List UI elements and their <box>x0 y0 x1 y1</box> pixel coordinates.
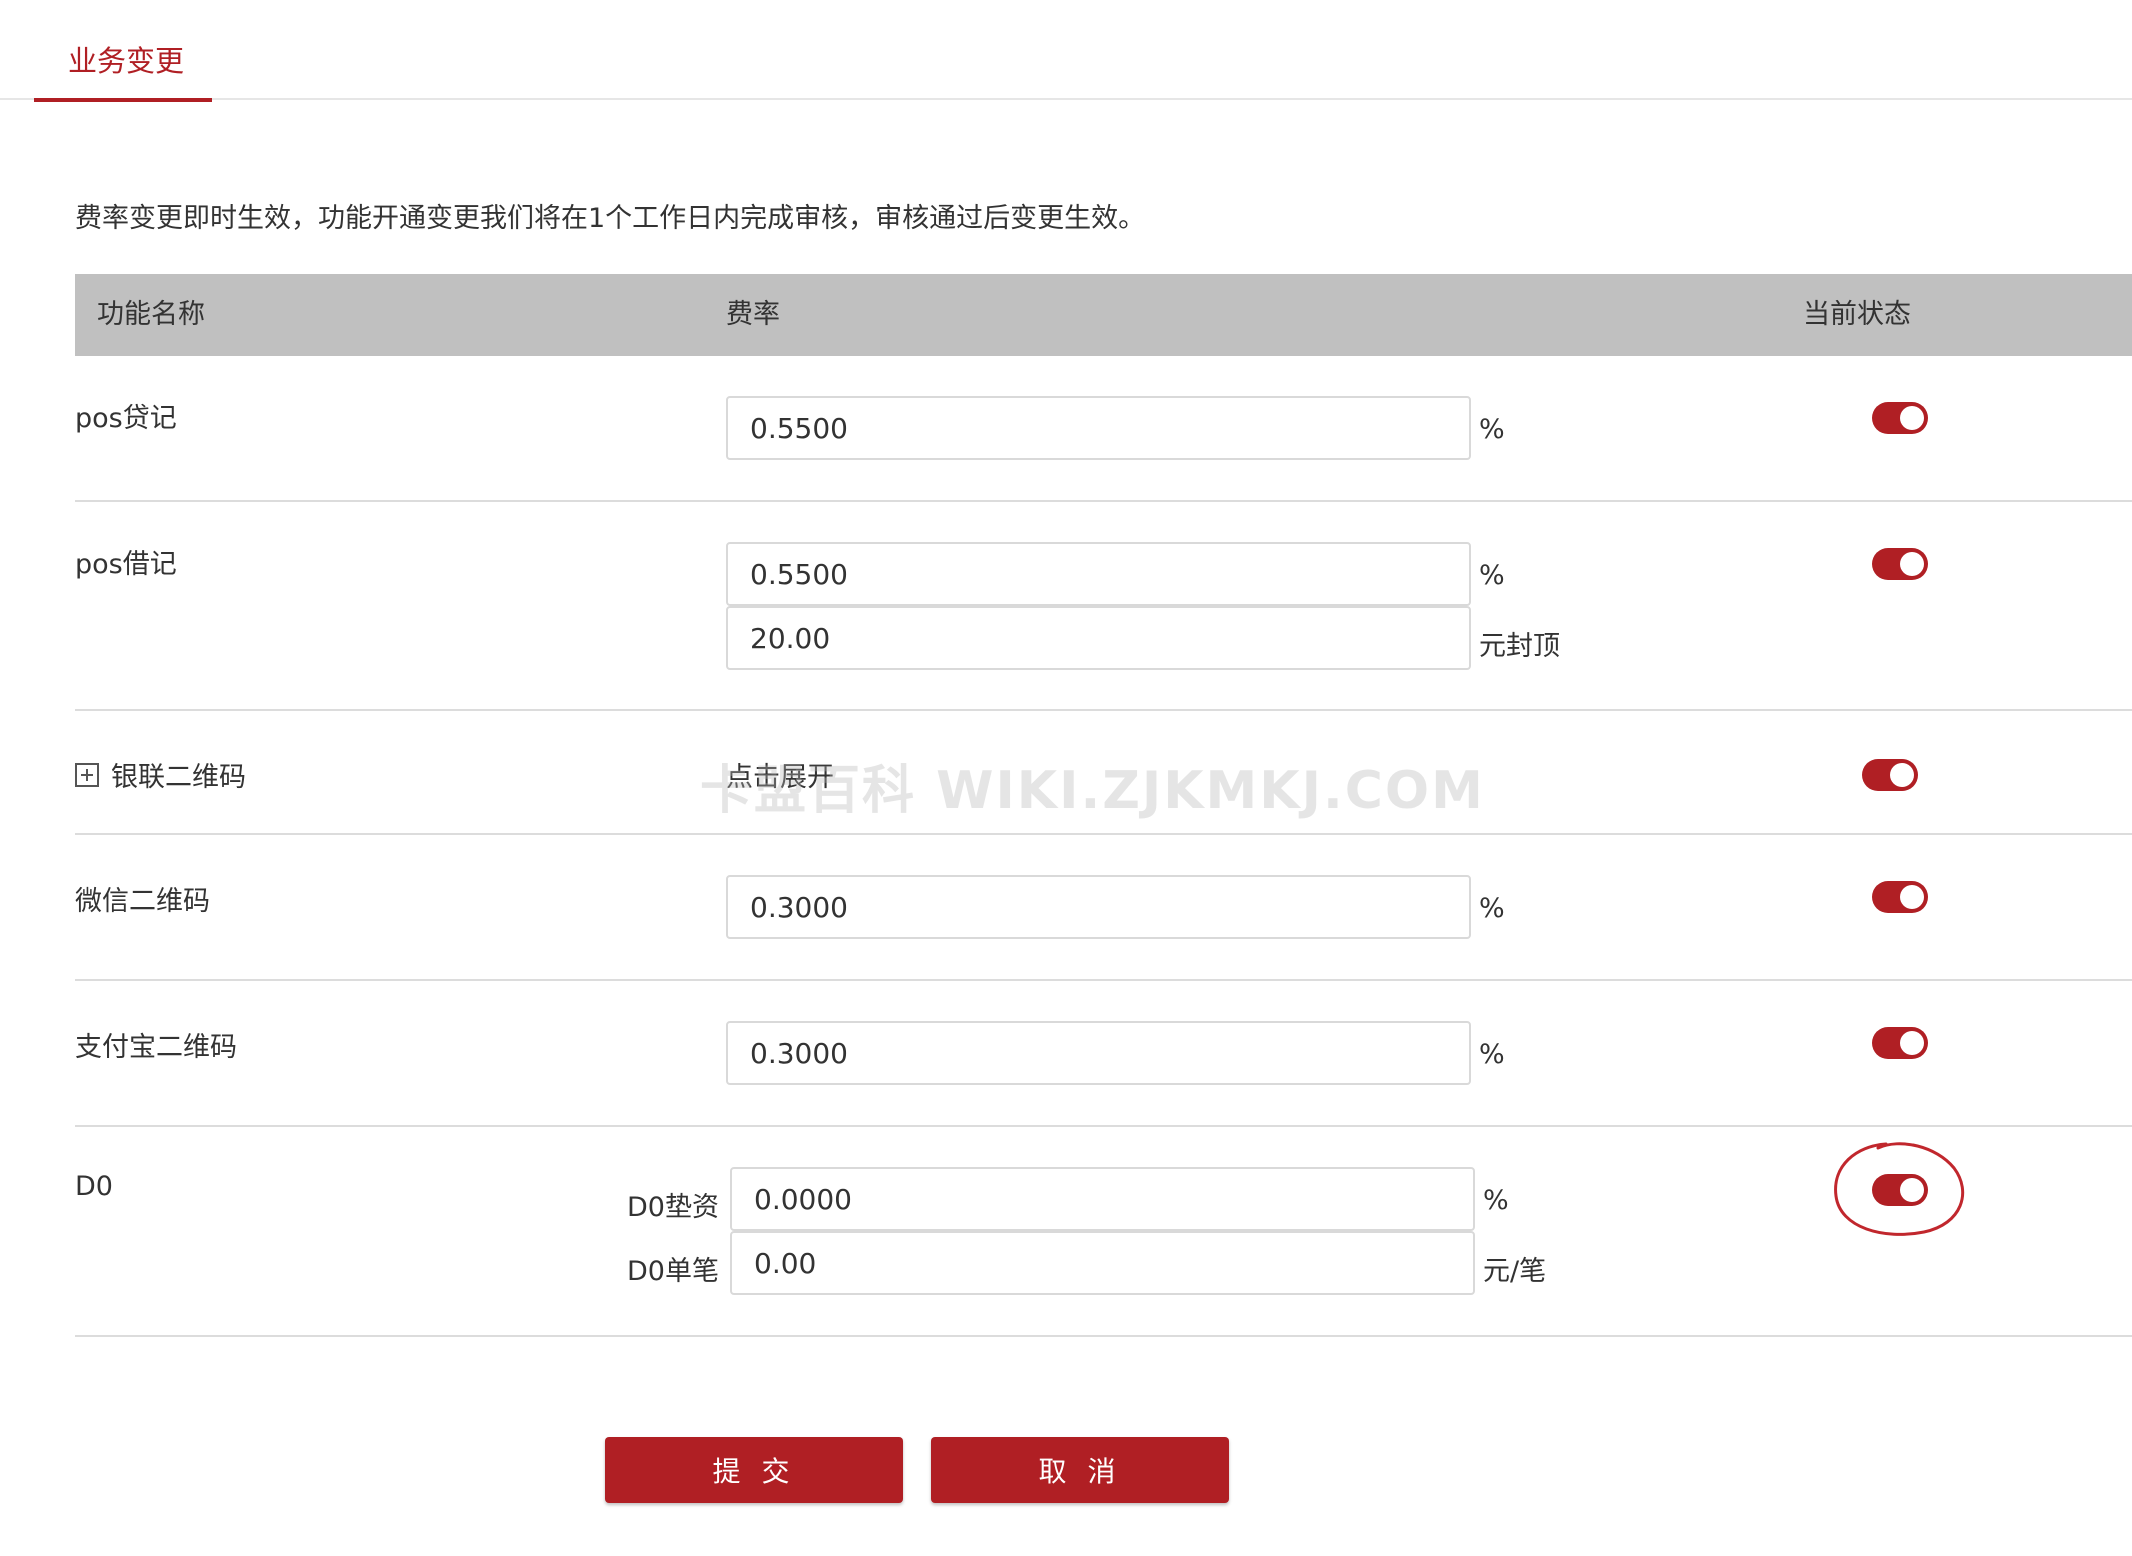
d0-per-txn-unit: 元/笔 <box>1483 1256 1547 1287</box>
table-row-pos-credit: pos贷记 % <box>75 356 2132 502</box>
row-name-d0: D0 <box>75 1171 113 1202</box>
tab-bar: 业务变更 <box>0 0 2132 102</box>
d0-advance-label: D0垫资 <box>627 1192 719 1223</box>
toggle-knob <box>1900 552 1924 576</box>
toggle-knob <box>1890 763 1914 787</box>
row-name-wechat-qr: 微信二维码 <box>75 886 210 917</box>
wechat-qr-rate-input[interactable] <box>726 875 1471 939</box>
header-current-status: 当前状态 <box>1803 299 1911 330</box>
alipay-qr-rate-unit: % <box>1479 1039 1505 1070</box>
pos-debit-rate-input[interactable] <box>726 542 1471 606</box>
tab-business-change[interactable]: 业务变更 <box>34 0 212 102</box>
header-function-name: 功能名称 <box>97 299 205 330</box>
pos-debit-cap-unit: 元封顶 <box>1479 631 1560 662</box>
toggle-knob <box>1900 406 1924 430</box>
alipay-qr-rate-input[interactable] <box>726 1021 1471 1085</box>
pos-debit-cap-input[interactable] <box>726 606 1471 670</box>
d0-per-txn-input[interactable] <box>730 1231 1475 1295</box>
alipay-qr-status-toggle[interactable] <box>1872 1027 1928 1059</box>
unionpay-qr-status-toggle[interactable] <box>1862 759 1918 791</box>
wechat-qr-status-toggle[interactable] <box>1872 881 1928 913</box>
table-row-unionpay-qr: 银联二维码 点击展开 <box>75 711 2132 835</box>
unionpay-qr-expand-link[interactable]: 点击展开 <box>726 755 834 794</box>
pos-credit-status-toggle[interactable] <box>1872 402 1928 434</box>
business-change-page: 业务变更 费率变更即时生效，功能开通变更我们将在1个工作日内完成审核，审核通过后… <box>0 0 2132 1556</box>
notice-text: 费率变更即时生效，功能开通变更我们将在1个工作日内完成审核，审核通过后变更生效。 <box>75 203 1146 234</box>
d0-advance-unit: % <box>1483 1185 1509 1216</box>
table-header: 功能名称 费率 当前状态 <box>75 274 2132 356</box>
pos-credit-rate-unit: % <box>1479 414 1505 445</box>
toggle-knob <box>1900 1178 1924 1202</box>
unionpay-qr-label: 银联二维码 <box>111 762 246 793</box>
d0-advance-input[interactable] <box>730 1167 1475 1231</box>
row-name-alipay-qr: 支付宝二维码 <box>75 1032 237 1063</box>
pos-debit-rate-unit: % <box>1479 560 1505 591</box>
d0-status-toggle[interactable] <box>1872 1174 1928 1206</box>
toggle-knob <box>1900 885 1924 909</box>
table-row-alipay-qr: 支付宝二维码 % <box>75 981 2132 1127</box>
row-name-pos-debit: pos借记 <box>75 549 177 580</box>
table-row-pos-debit: pos借记 % 元封顶 <box>75 502 2132 711</box>
d0-per-txn-label: D0单笔 <box>627 1256 719 1287</box>
pos-debit-status-toggle[interactable] <box>1872 548 1928 580</box>
submit-button[interactable]: 提 交 <box>605 1437 903 1503</box>
header-rate: 费率 <box>726 299 780 330</box>
expand-plus-icon[interactable] <box>75 762 99 787</box>
row-name-pos-credit: pos贷记 <box>75 403 177 434</box>
wechat-qr-rate-unit: % <box>1479 893 1505 924</box>
active-tab-indicator <box>34 98 212 102</box>
pos-credit-rate-input[interactable] <box>726 396 1471 460</box>
table-row-d0: D0 D0垫资 % D0单笔 元/笔 <box>75 1127 2132 1337</box>
tab-business-change-label: 业务变更 <box>68 44 185 78</box>
cancel-button[interactable]: 取 消 <box>931 1437 1229 1503</box>
toggle-knob <box>1900 1031 1924 1055</box>
table-row-wechat-qr: 微信二维码 % <box>75 835 2132 981</box>
row-name-unionpay-qr: 银联二维码 <box>75 755 246 794</box>
